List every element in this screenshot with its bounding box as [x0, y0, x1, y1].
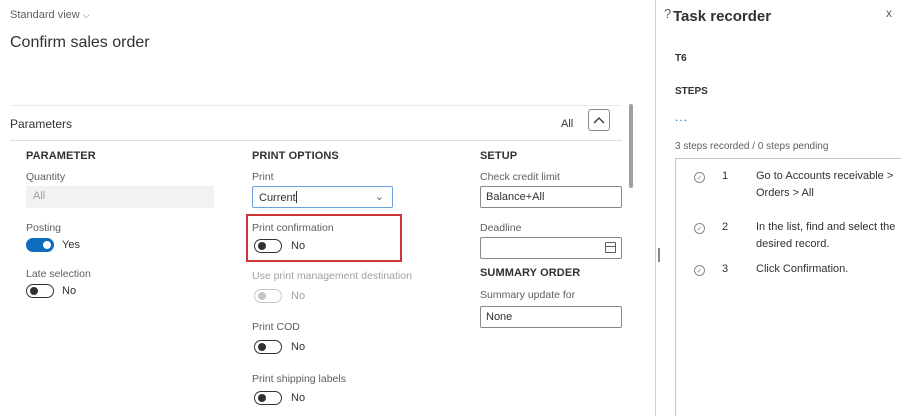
print-cod-toggle-text: No — [291, 341, 306, 353]
posting-toggle[interactable] — [26, 238, 54, 252]
toggle-knob — [30, 287, 38, 295]
step-number: 1 — [722, 170, 729, 182]
late-selection-toggle-text: No — [62, 285, 77, 297]
help-icon[interactable]: ? — [664, 6, 671, 21]
print-shipping-labels-toggle[interactable] — [254, 391, 282, 405]
setup-group-header: SETUP — [480, 150, 518, 162]
close-icon[interactable]: x — [886, 6, 892, 20]
print-cod-toggle[interactable] — [254, 340, 282, 354]
task-recorder-title: Task recorder — [673, 8, 772, 25]
quantity-field: All — [26, 186, 214, 208]
deadline-label: Deadline — [480, 222, 522, 234]
chevron-down-icon: ⌵ — [82, 10, 90, 20]
step-text: In the list, find and select the desired… — [756, 221, 896, 250]
chevron-up-icon — [593, 117, 605, 124]
toggle-knob — [258, 343, 266, 351]
print-shipping-labels-label: Print shipping labels — [252, 373, 346, 385]
posting-toggle-text: Yes — [62, 239, 80, 251]
step-number: 2 — [722, 221, 729, 233]
use-print-management-toggle-text: No — [291, 290, 306, 302]
steps-list: ✓ 1 Go to Accounts receivable > Orders >… — [675, 158, 901, 416]
view-selector-label: Standard view — [10, 9, 80, 21]
print-select-value: Current — [259, 192, 296, 204]
calendar-icon[interactable] — [605, 242, 616, 253]
steps-status: 3 steps recorded / 0 steps pending — [675, 141, 829, 152]
quantity-label: Quantity — [26, 171, 66, 183]
summary-update-field[interactable]: None — [480, 306, 622, 328]
print-confirmation-label: Print confirmation — [252, 222, 334, 234]
parameters-section-header — [10, 105, 622, 141]
check-credit-limit-label: Check credit limit — [480, 171, 560, 183]
use-print-management-toggle[interactable] — [254, 289, 282, 303]
print-select[interactable]: Current ⌄ — [252, 186, 393, 208]
parameters-filter-label: All — [561, 118, 574, 130]
resize-handle[interactable] — [658, 248, 660, 262]
summary-update-label: Summary update for — [480, 289, 576, 301]
collapse-section-button[interactable] — [588, 109, 610, 131]
view-selector[interactable]: Standard view ⌵ — [10, 9, 90, 21]
panel-divider — [655, 0, 656, 416]
toggle-knob — [258, 394, 266, 402]
scrollbar-thumb[interactable] — [629, 104, 633, 188]
recording-name: T6 — [675, 53, 687, 64]
text-cursor — [295, 191, 297, 203]
parameter-group-header: PARAMETER — [26, 150, 96, 162]
print-label: Print — [252, 171, 274, 183]
page-title: Confirm sales order — [10, 34, 150, 51]
check-credit-limit-field[interactable]: Balance+All — [480, 186, 622, 208]
summary-order-group-header: SUMMARY ORDER — [480, 267, 581, 279]
print-confirmation-toggle-text: No — [291, 240, 306, 252]
toggle-knob — [43, 241, 51, 249]
step-number: 3 — [722, 263, 729, 275]
late-selection-label: Late selection — [26, 268, 91, 280]
more-options-icon[interactable]: ... — [675, 110, 688, 124]
step-text: Go to Accounts receivable > Orders > All — [756, 170, 894, 199]
print-shipping-labels-toggle-text: No — [291, 392, 306, 404]
check-circle-icon: ✓ — [694, 265, 705, 276]
print-confirmation-toggle[interactable] — [254, 239, 282, 253]
parameters-section-title: Parameters — [10, 117, 73, 131]
step-text: Click Confirmation. — [756, 263, 849, 275]
toggle-knob — [258, 242, 266, 250]
posting-label: Posting — [26, 222, 62, 234]
use-print-management-label: Use print management destination — [252, 270, 412, 282]
check-circle-icon: ✓ — [694, 172, 705, 183]
chevron-down-icon: ⌄ — [374, 191, 384, 203]
check-circle-icon: ✓ — [694, 223, 705, 234]
deadline-field[interactable] — [480, 237, 622, 259]
print-cod-label: Print COD — [252, 321, 300, 333]
print-options-group-header: PRINT OPTIONS — [252, 150, 339, 162]
toggle-knob — [258, 292, 266, 300]
steps-header: STEPS — [675, 86, 708, 97]
late-selection-toggle[interactable] — [26, 284, 54, 298]
